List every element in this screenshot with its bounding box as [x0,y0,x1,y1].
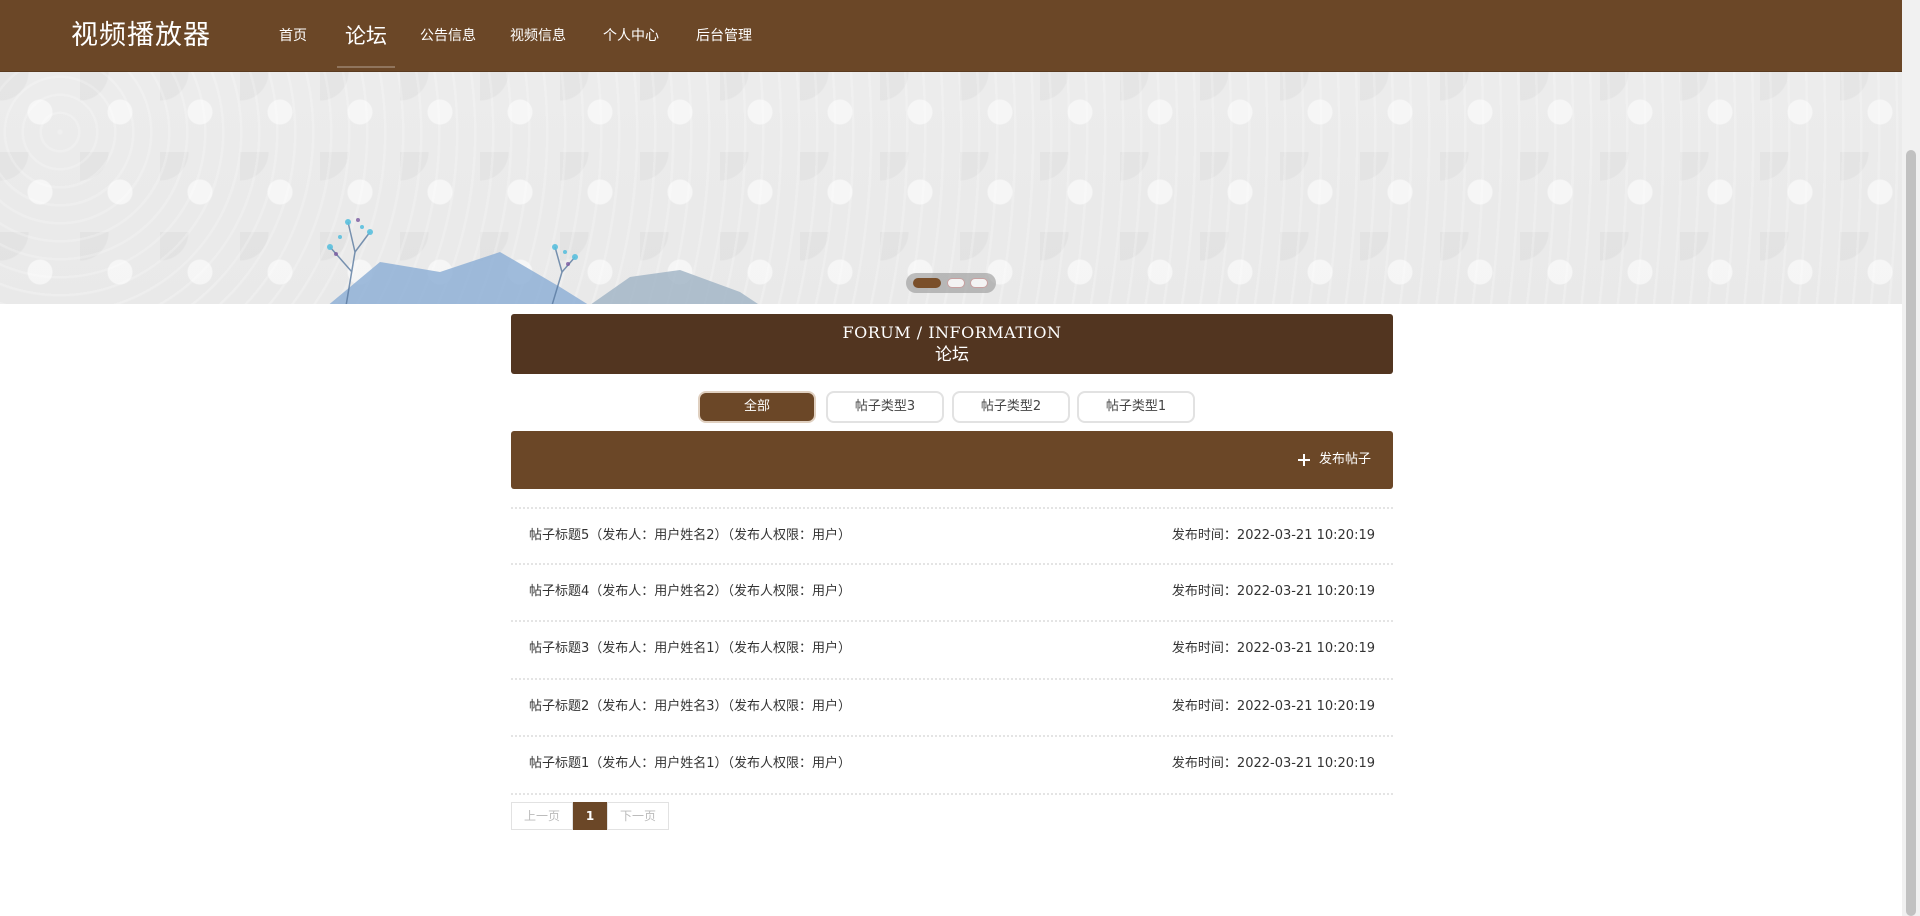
post-row[interactable]: 帖子标题3（发布人：用户姓名1）（发布人权限：用户） 发布时间：2022-03-… [511,622,1393,680]
banner-illustration [327,218,758,304]
page-1-button[interactable]: 1 [573,802,608,830]
post-time: 发布时间：2022-03-21 10:20:19 [1171,698,1375,714]
carousel-dot-2[interactable] [947,278,965,288]
post-row[interactable]: 帖子标题1（发布人：用户姓名1）（发布人权限：用户） 发布时间：2022-03-… [511,737,1393,795]
nav-admin[interactable]: 后台管理 [696,0,752,72]
post-row[interactable]: 帖子标题2（发布人：用户姓名3）（发布人权限：用户） 发布时间：2022-03-… [511,680,1393,737]
nav-forum[interactable]: 论坛 [337,0,395,72]
post-title[interactable]: 帖子标题3（发布人：用户姓名1）（发布人权限：用户） [529,622,851,676]
nav-videos[interactable]: 视频信息 [510,0,566,72]
post-row[interactable]: 帖子标题4（发布人：用户姓名2）（发布人权限：用户） 发布时间：2022-03-… [511,565,1393,622]
post-title[interactable]: 帖子标题4（发布人：用户姓名2）（发布人权限：用户） [529,565,851,619]
next-page-button[interactable]: 下一页 [607,802,670,830]
scrollbar-thumb[interactable] [1906,150,1916,916]
prev-page-button[interactable]: 上一页 [511,802,574,830]
category-type-3[interactable]: 帖子类型3 [826,391,944,423]
post-row[interactable]: 帖子标题5（发布人：用户姓名2）（发布人权限：用户） 发布时间：2022-03-… [511,507,1393,565]
category-type-2[interactable]: 帖子类型2 [952,391,1070,423]
carousel-indicators [906,273,996,293]
publish-post-label: 发布帖子 [1318,452,1371,467]
nav-home[interactable]: 首页 [279,0,307,72]
category-type-1[interactable]: 帖子类型1 [1077,391,1195,423]
page-scrollbar[interactable] [1902,0,1920,916]
nav-announcements[interactable]: 公告信息 [420,0,476,72]
post-time: 发布时间：2022-03-21 10:20:19 [1171,583,1375,599]
nav-personal-center[interactable]: 个人中心 [603,0,659,72]
publish-post-button[interactable]: 发布帖子 [1297,450,1371,470]
carousel-dot-3[interactable] [970,278,988,288]
section-title-en: FORUM / INFORMATION [842,323,1062,342]
section-title-cn: 论坛 [935,345,969,365]
post-title[interactable]: 帖子标题2（发布人：用户姓名3）（发布人权限：用户） [529,680,851,734]
post-time: 发布时间：2022-03-21 10:20:19 [1171,756,1375,771]
action-bar: 发布帖子 [511,431,1393,489]
post-list: 帖子标题5（发布人：用户姓名2）（发布人权限：用户） 发布时间：2022-03-… [511,507,1393,795]
pagination: 上一页 1 下一页 [511,802,670,830]
post-time: 发布时间：2022-03-21 10:20:19 [1171,641,1375,656]
post-time: 发布时间：2022-03-21 10:20:19 [1171,528,1375,543]
post-title[interactable]: 帖子标题5（发布人：用户姓名2）（发布人权限：用户） [529,509,851,563]
banner-carousel[interactable] [0,72,1902,304]
category-all[interactable]: 全部 [698,391,816,423]
top-navbar: 视频播放器 首页 论坛 公告信息 视频信息 个人中心 后台管理 [0,0,1902,72]
plus-icon [1297,454,1310,466]
section-title: FORUM / INFORMATION 论坛 [511,314,1393,374]
carousel-dot-1[interactable] [913,278,941,288]
post-title[interactable]: 帖子标题1（发布人：用户姓名1）（发布人权限：用户） [529,737,851,791]
site-logo[interactable]: 视频播放器 [71,16,211,56]
